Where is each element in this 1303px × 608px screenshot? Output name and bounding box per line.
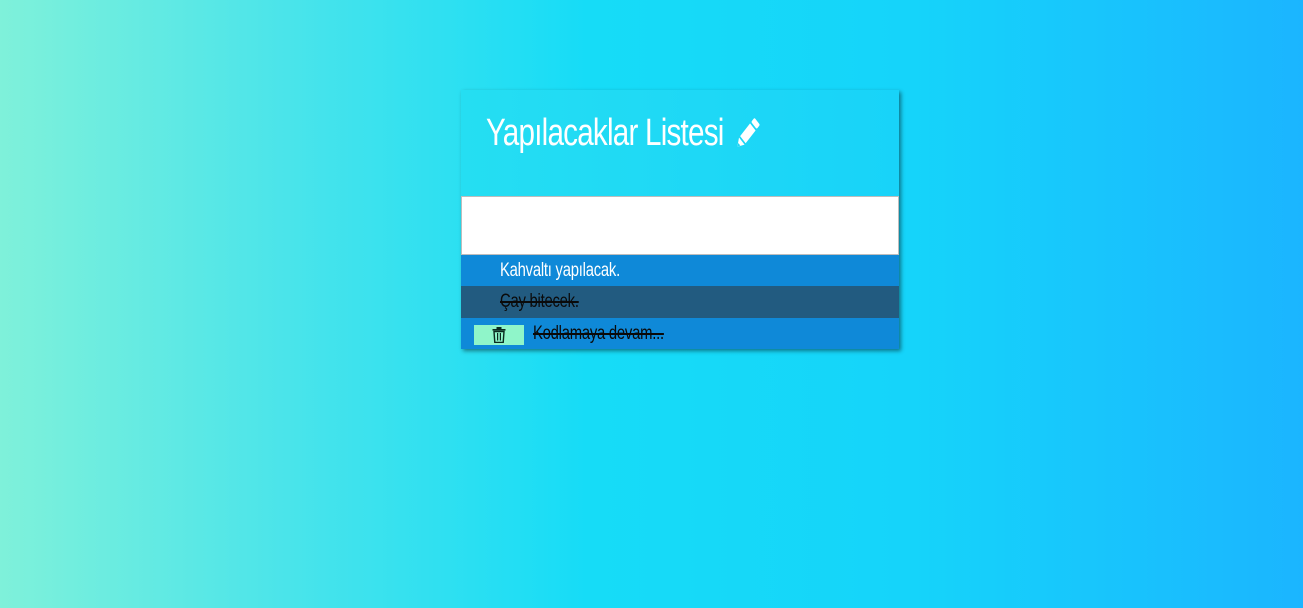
page-title-text: Yapılacaklar Listesi: [486, 112, 724, 154]
card-header: Yapılacaklar Listesi: [461, 90, 899, 196]
todo-item-text: Çay bitecek.: [500, 291, 579, 312]
todo-list: Kahvaltı yapılacak. Çay bitecek. Kodlama…: [461, 255, 899, 349]
new-todo-input[interactable]: [461, 196, 899, 255]
todo-item[interactable]: Kahvaltı yapılacak.: [461, 255, 899, 286]
todo-item-text: Kodlamaya devam...: [533, 323, 664, 344]
todo-card: Yapılacaklar Listesi Kahvaltı yapılacak.…: [461, 90, 899, 349]
pencil-icon[interactable]: [731, 114, 762, 154]
todo-item[interactable]: Çay bitecek.: [461, 286, 899, 318]
trash-icon: [492, 327, 506, 343]
todo-item-text: Kahvaltı yapılacak.: [500, 259, 620, 281]
todo-item[interactable]: Kodlamaya devam...: [461, 318, 899, 349]
page-title: Yapılacaklar Listesi: [486, 112, 763, 155]
delete-button[interactable]: [474, 325, 524, 345]
